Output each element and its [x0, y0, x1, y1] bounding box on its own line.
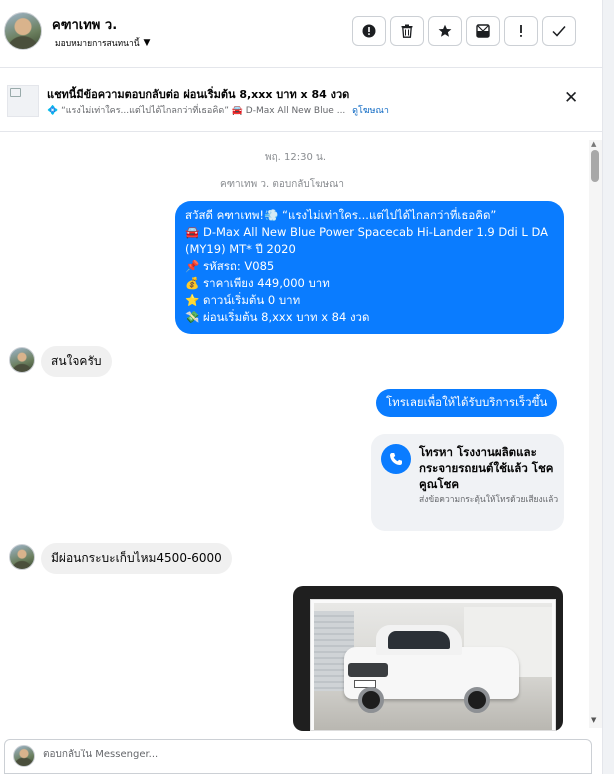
- contact-name[interactable]: คฑาเทพ ว.: [52, 14, 117, 35]
- outgoing-ad-message[interactable]: สวัสดี คฑาเทพ!💨 “แรงไม่เท่าใคร...แต่ไปได…: [175, 201, 564, 334]
- contact-avatar[interactable]: [4, 12, 42, 50]
- alert-circle-icon: [362, 24, 376, 38]
- banner-title: แชทนี้มีข้อความตอบกลับต่อ ผ่อนเริ่มต้น 8…: [47, 88, 350, 101]
- close-banner-icon[interactable]: ✕: [564, 88, 578, 108]
- incoming-message[interactable]: สนใจครับ: [41, 346, 112, 377]
- scroll-up-icon[interactable]: ▲: [591, 140, 596, 148]
- call-card-title: โทรหา โรงงานผลิตและกระจายรถยนต์ใช้แล้ว โ…: [419, 445, 554, 491]
- assign-conversation-dropdown[interactable]: มอบหมายการสนทนานี้ ▼: [55, 36, 150, 50]
- assign-label: มอบหมายการสนทนานี้: [55, 39, 140, 49]
- page-avatar: [13, 745, 35, 767]
- mark-done-button[interactable]: [542, 16, 576, 46]
- contact-avatar-small[interactable]: [9, 347, 35, 373]
- incoming-message[interactable]: มีผ่อนกระบะเก็บไหม4500-6000: [41, 543, 232, 574]
- vehicle-photo: [310, 599, 556, 731]
- banner-subtitle-text: 💠 “แรงไม่เท่าใคร...แต่ไปได้ไกลกว่าที่เธอ…: [47, 106, 346, 116]
- view-ad-link[interactable]: ดูโฆษณา: [352, 106, 389, 116]
- reply-composer: [4, 739, 592, 774]
- star-icon: [438, 24, 452, 37]
- ad-message-line: (MY19) MT* ปี 2020: [185, 242, 296, 256]
- ad-message-line: ⭐ ดาวน์เริ่มต้น 0 บาท: [185, 293, 301, 307]
- ad-thumbnail[interactable]: [7, 85, 39, 117]
- ad-message-line: 💰 ราคาเพียง 449,000 บาท: [185, 276, 330, 290]
- ad-message-line: สวัสดี คฑาเทพ!💨 “แรงไม่เท่าใคร...แต่ไปได…: [185, 208, 497, 222]
- side-panel-edge: [602, 0, 614, 774]
- conversation-header: คฑาเทพ ว. มอบหมายการสนทนานี้ ▼: [0, 0, 602, 68]
- thread-scrollbar[interactable]: [589, 140, 602, 728]
- ad-context-banner: แชทนี้มีข้อความตอบกลับต่อ ผ่อนเริ่มต้น 8…: [0, 69, 602, 132]
- header-actions: [352, 16, 576, 46]
- star-button[interactable]: [428, 16, 462, 46]
- archive-button[interactable]: [466, 16, 500, 46]
- archive-icon: [476, 24, 490, 38]
- scroll-down-icon[interactable]: ▼: [591, 716, 596, 724]
- phone-icon: [381, 444, 411, 474]
- trash-icon: [401, 24, 413, 38]
- checkmark-icon: [552, 26, 566, 37]
- delete-button[interactable]: [390, 16, 424, 46]
- reply-input[interactable]: [43, 749, 443, 760]
- contact-avatar-small[interactable]: [9, 544, 35, 570]
- exclamation-icon: [520, 25, 522, 37]
- vehicle-photo-attachment[interactable]: [293, 586, 563, 731]
- mark-spam-button[interactable]: [352, 16, 386, 46]
- caret-down-icon: ▼: [143, 38, 151, 48]
- call-card-subtitle: ส่งข้อความกระตุ้นให้โทรด้วยเสียงแล้ว: [419, 495, 559, 505]
- scrollbar-thumb[interactable]: [591, 150, 599, 182]
- ad-message-line: 💸 ผ่อนเริ่มต้น 8,xxx บาท x 84 งวด: [185, 310, 370, 324]
- follow-up-button[interactable]: [504, 16, 538, 46]
- ad-message-line: 📌 รหัสรถ: V085: [185, 259, 275, 273]
- call-request-card[interactable]: โทรหา โรงงานผลิตและกระจายรถยนต์ใช้แล้ว โ…: [371, 434, 564, 531]
- ad-message-line: 🚘 D-Max All New Blue Power Spacecab Hi-L…: [185, 225, 548, 239]
- message-timestamp: พฤ. 12:30 น.: [265, 152, 327, 163]
- pickup-truck-image: [314, 603, 552, 730]
- ad-reply-note: คฑาเทพ ว. ตอบกลับโฆษณา: [220, 179, 345, 190]
- outgoing-call-prompt[interactable]: โทรเลยเพื่อให้ได้รับบริการเร็วขึ้น: [376, 389, 558, 417]
- banner-subtitle: 💠 “แรงไม่เท่าใคร...แต่ไปได้ไกลกว่าที่เธอ…: [47, 103, 389, 117]
